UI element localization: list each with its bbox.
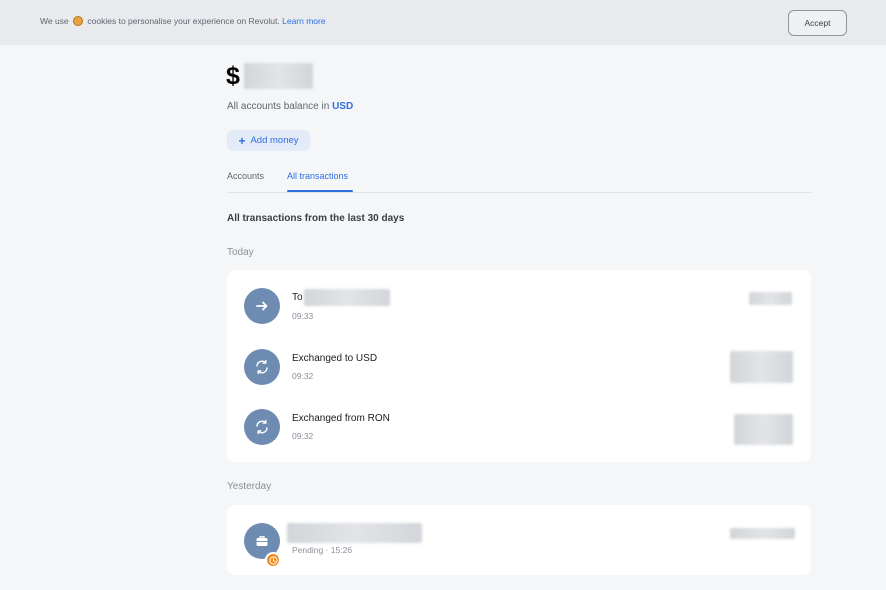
cookie-banner: We use cookies to personalise your exper…	[0, 0, 886, 45]
cookie-icon	[73, 16, 84, 26]
arrow-right-icon	[244, 288, 280, 324]
transaction-time: 09:32	[292, 371, 314, 381]
amount-redacted	[734, 414, 793, 445]
balance-amount-redacted	[244, 63, 313, 89]
merchant-name-redacted	[287, 523, 422, 543]
transaction-title: Exchanged to USD	[292, 353, 378, 364]
tabs-divider	[227, 192, 811, 193]
amount-redacted	[749, 292, 792, 305]
recipient-name-redacted	[304, 289, 390, 306]
transaction-row[interactable]: Exchanged to USD 09:32	[227, 340, 811, 392]
transaction-status: Pending · 15:26	[292, 545, 352, 555]
tab-all-transactions[interactable]: All transactions	[287, 171, 348, 181]
balance-caption-text: All accounts balance in	[227, 101, 330, 112]
transaction-time: 09:33	[292, 311, 314, 321]
transaction-row[interactable]: Exchanged from RON 09:32	[227, 400, 811, 452]
plus-icon: +	[238, 133, 246, 148]
group-label-yesterday: Yesterday	[227, 481, 272, 492]
balance-currency-symbol: $	[226, 62, 240, 90]
transactions-card-today: To 09:33 Exchanged to USD 09:32 Exchange…	[227, 270, 811, 462]
clock-icon	[265, 552, 281, 568]
transaction-title: To	[292, 292, 303, 303]
status-separator: ·	[325, 545, 329, 555]
amount-redacted	[730, 528, 795, 539]
pending-status: Pending	[292, 545, 324, 555]
section-title: All transactions from the last 30 days	[227, 213, 405, 224]
add-money-label: Add money	[250, 135, 299, 146]
accept-cookies-button[interactable]: Accept	[788, 10, 847, 36]
balance-caption: All accounts balance in USD	[227, 101, 353, 112]
transaction-time: 09:32	[292, 431, 314, 441]
transaction-row[interactable]: Pending · 15:26	[227, 514, 811, 568]
learn-more-link[interactable]: Learn more	[282, 16, 325, 26]
cookie-message: We use cookies to personalise your exper…	[40, 16, 326, 26]
transactions-card-yesterday: Pending · 15:26	[227, 505, 811, 575]
transaction-row[interactable]: To 09:33	[227, 280, 811, 332]
cookie-text-before: We use	[40, 16, 69, 26]
cookie-text-after: cookies to personalise your experience o…	[87, 16, 280, 26]
group-label-today: Today	[227, 247, 254, 258]
tab-accounts[interactable]: Accounts	[227, 171, 264, 181]
transaction-time: 15:26	[330, 545, 353, 555]
add-money-button[interactable]: + Add money	[227, 130, 310, 151]
active-tab-indicator	[287, 190, 353, 192]
exchange-icon	[244, 409, 280, 445]
transaction-title: Exchanged from RON	[292, 413, 390, 424]
exchange-icon	[244, 349, 280, 385]
amount-redacted	[730, 351, 793, 383]
balance-currency-link[interactable]: USD	[332, 101, 353, 112]
